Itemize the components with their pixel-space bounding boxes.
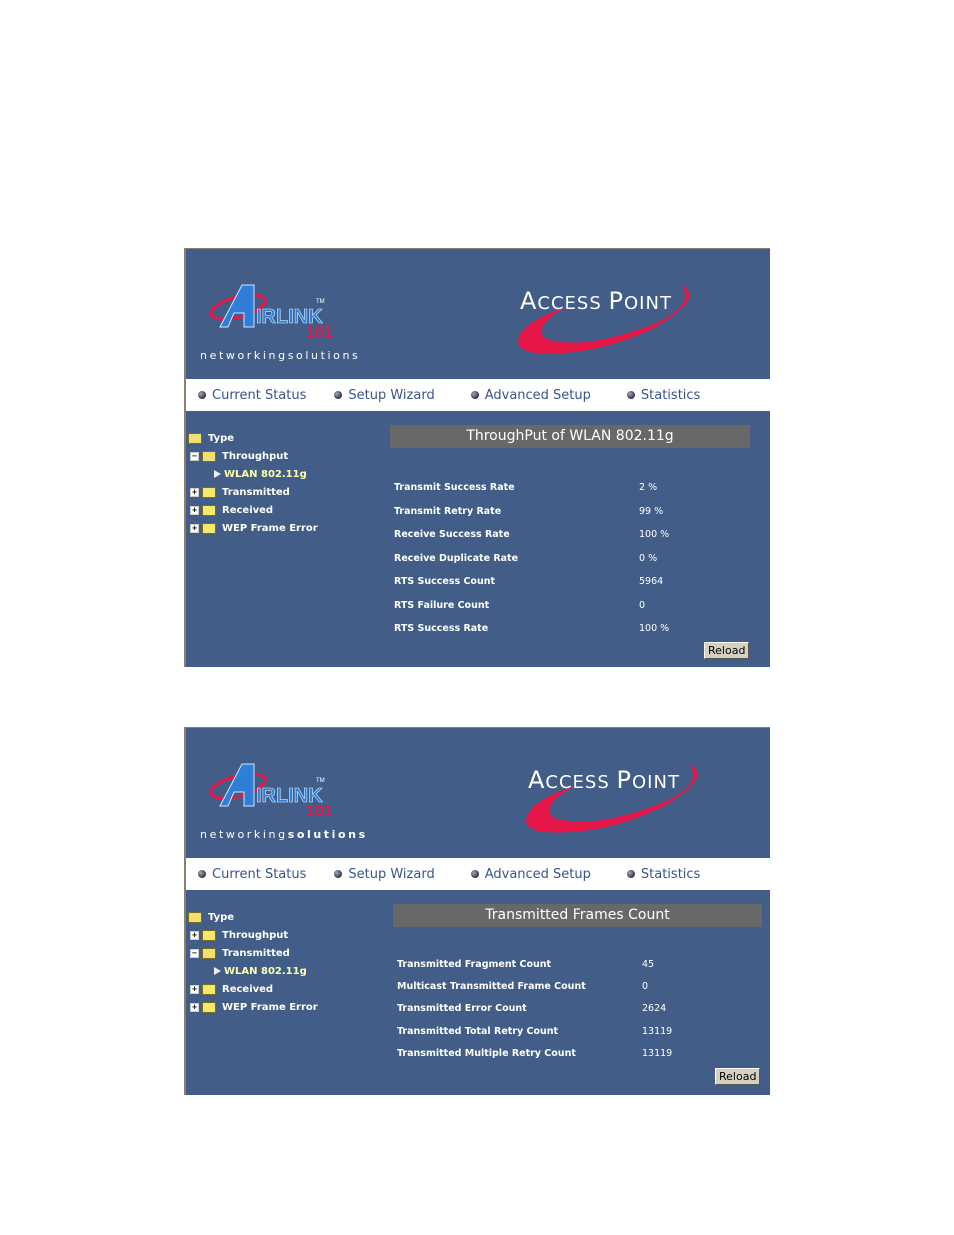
bullet-icon (334, 870, 343, 878)
svg-text:101: 101 (306, 324, 333, 341)
nav-statistics[interactable]: Statistics (626, 867, 700, 882)
tree-item-received[interactable]: + Received (188, 501, 388, 519)
folder-open-icon (202, 947, 216, 959)
tree-item-throughput[interactable]: + Throughput (188, 926, 388, 944)
bullet-icon (470, 391, 479, 399)
tree-item-transmitted[interactable]: − Transmitted (188, 944, 388, 962)
table-row: Transmitted Total Retry Count 13119 (397, 1025, 673, 1037)
main-nav: Current Status Setup Wizard Advanced Set… (186, 379, 770, 411)
folder-icon (202, 983, 216, 995)
svg-text:TM: TM (316, 299, 325, 305)
reload-button[interactable]: Reload (704, 642, 750, 659)
arrow-icon (214, 967, 221, 975)
main-nav: Current Status Setup Wizard Advanced Set… (186, 858, 770, 890)
tree-root[interactable]: Type (188, 908, 388, 926)
tagline: networkingsolutions (200, 349, 361, 362)
header-banner: IRLINK TM 101 networkingsolutions ACCESS… (186, 249, 770, 379)
transmitted-panel: IRLINK TM 101 networkingsolutions ACCESS… (184, 727, 770, 1095)
tree-item-throughput[interactable]: − Throughput (188, 447, 388, 465)
nav-advanced-setup[interactable]: Advanced Setup (470, 867, 591, 882)
folder-open-icon (188, 911, 202, 923)
bullet-icon (198, 870, 206, 878)
bullet-icon (470, 870, 479, 878)
airlink-logo: IRLINK TM 101 (209, 284, 333, 341)
folder-icon (202, 522, 216, 534)
nav-setup-wizard[interactable]: Setup Wizard (334, 867, 435, 882)
tree-item-wep-frame-error[interactable]: + WEP Frame Error (188, 519, 388, 537)
collapse-icon[interactable]: − (190, 948, 199, 958)
table-row: Transmitted Multiple Retry Count 13119 (397, 1048, 673, 1060)
nav-advanced-setup[interactable]: Advanced Setup (470, 388, 591, 403)
arrow-icon (214, 470, 221, 478)
folder-icon (202, 504, 216, 516)
expand-icon[interactable]: + (190, 523, 199, 533)
svg-text:101: 101 (306, 803, 333, 820)
bullet-icon (626, 391, 635, 399)
tree-item-received[interactable]: + Received (188, 980, 388, 998)
nav-current-status[interactable]: Current Status (198, 388, 306, 403)
folder-open-icon (188, 432, 202, 444)
throughput-panel: IRLINK TM 101 networkingsolutions ACCESS… (184, 248, 770, 667)
section-title: Transmitted Frames Count (393, 904, 762, 927)
table-row: Multicast Transmitted Frame Count 0 (397, 981, 649, 993)
table-row: Receive Success Rate 100 % (394, 529, 670, 541)
folder-icon (202, 1001, 216, 1013)
table-row: Transmit Success Rate 2 % (394, 482, 658, 494)
nav-statistics[interactable]: Statistics (626, 388, 700, 403)
table-row: Transmit Retry Rate 99 % (394, 505, 664, 517)
table-row: Transmitted Error Count 2624 (397, 1003, 667, 1015)
expand-icon[interactable]: + (190, 505, 199, 515)
folder-icon (202, 929, 216, 941)
svg-text:TM: TM (316, 778, 325, 784)
table-row: Transmitted Fragment Count 45 (397, 958, 655, 970)
stats-table: Transmitted Fragment Count 45 Multicast T… (393, 953, 762, 1065)
access-point-title: ACCESS POINT (514, 756, 724, 846)
stats-tree: Type − Throughput WLAN 802.11g + Transmitt… (188, 429, 388, 537)
folder-open-icon (202, 450, 216, 462)
airlink-logo: IRLINK TM 101 (209, 763, 333, 820)
tree-item-wep-frame-error[interactable]: + WEP Frame Error (188, 998, 388, 1016)
bullet-icon (626, 870, 635, 878)
tagline: networkingsolutions (200, 828, 368, 841)
table-row: Receive Duplicate Rate 0 % (394, 552, 658, 564)
access-point-title: ACCESS POINT (506, 277, 716, 367)
table-row: RTS Success Count 5964 (394, 576, 664, 588)
header-banner: IRLINK TM 101 networkingsolutions ACCESS… (186, 728, 770, 858)
reload-button[interactable]: Reload (715, 1068, 761, 1085)
tree-item-wlan[interactable]: WLAN 802.11g (188, 962, 388, 980)
nav-current-status[interactable]: Current Status (198, 867, 306, 882)
folder-icon (202, 486, 216, 498)
expand-icon[interactable]: + (190, 487, 199, 497)
bullet-icon (198, 391, 206, 399)
bullet-icon (334, 391, 343, 399)
tree-item-transmitted[interactable]: + Transmitted (188, 483, 388, 501)
expand-icon[interactable]: + (190, 1002, 199, 1012)
stats-content: ThroughPut of WLAN 802.11g Transmit Succ… (390, 425, 750, 641)
stats-tree: Type + Throughput − Transmitted WLAN 802.1… (188, 908, 388, 1016)
table-row: RTS Failure Count 0 (394, 599, 646, 611)
table-row: RTS Success Rate 100 % (394, 623, 670, 635)
expand-icon[interactable]: + (190, 930, 199, 940)
section-title: ThroughPut of WLAN 802.11g (390, 425, 750, 448)
stats-content: Transmitted Frames Count Transmitted Fra… (393, 904, 762, 1065)
tree-root[interactable]: Type (188, 429, 388, 447)
collapse-icon[interactable]: − (190, 451, 199, 461)
tree-item-wlan[interactable]: WLAN 802.11g (188, 465, 388, 483)
nav-setup-wizard[interactable]: Setup Wizard (334, 388, 435, 403)
expand-icon[interactable]: + (190, 984, 199, 994)
stats-table: Transmit Success Rate 2 % Transmit Retry … (390, 476, 750, 641)
